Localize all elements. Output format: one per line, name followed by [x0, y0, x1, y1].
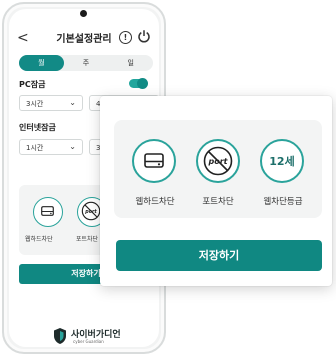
front-camera: [80, 10, 87, 17]
age-rating-value: 12세: [269, 155, 295, 168]
port-blocked-icon[interactable]: port: [196, 139, 240, 183]
app-bar: < 기본설정관리 !: [9, 25, 159, 51]
tab-week[interactable]: 주: [64, 55, 109, 71]
tab-day[interactable]: 일: [108, 55, 153, 71]
svg-text:port: port: [208, 157, 229, 166]
internet-lock-hours-select[interactable]: 1시간 ⌄: [19, 139, 83, 155]
info-icon[interactable]: !: [119, 31, 132, 44]
pc-lock-toggle[interactable]: [129, 78, 148, 89]
pc-lock-hours-value: 3시간: [26, 100, 44, 108]
webhard-block-label: 웹하드차단: [135, 197, 175, 207]
hard-drive-icon[interactable]: [132, 139, 176, 183]
shield-icon: [54, 328, 66, 344]
port-block-label: 포트차단: [202, 197, 234, 207]
block-features-card-zoomed: 웹하드차단 port 포트차단 12세 웹차단등급: [114, 120, 322, 218]
period-tabs: 월 주 일: [19, 55, 153, 71]
save-button-zoomed[interactable]: 저장하기: [116, 240, 322, 271]
web-block-grade-label: 웹차단등급: [263, 197, 303, 207]
internet-lock-label: 인터넷잠금: [19, 123, 56, 132]
svg-text:port: port: [84, 209, 97, 215]
power-icon[interactable]: [137, 29, 151, 43]
tab-month[interactable]: 월: [19, 55, 64, 71]
pc-lock-hours-select[interactable]: 3시간 ⌄: [19, 95, 83, 111]
brand-tagline: cyber Guardian: [73, 339, 104, 344]
zoom-callout-panel: 웹하드차단 port 포트차단 12세 웹차단등급 저장하기: [100, 96, 332, 286]
internet-lock-hours-value: 1시간: [26, 144, 44, 152]
pc-lock-label: PC잠금: [19, 80, 46, 89]
webhard-block-label: 웹하드차단: [25, 236, 53, 243]
chevron-down-icon: ⌄: [69, 142, 76, 151]
hard-drive-icon[interactable]: [33, 197, 63, 227]
port-block-label: 포트차단: [76, 236, 99, 243]
age-rating-icon[interactable]: 12세: [260, 139, 304, 183]
chevron-down-icon: ⌄: [69, 98, 76, 107]
